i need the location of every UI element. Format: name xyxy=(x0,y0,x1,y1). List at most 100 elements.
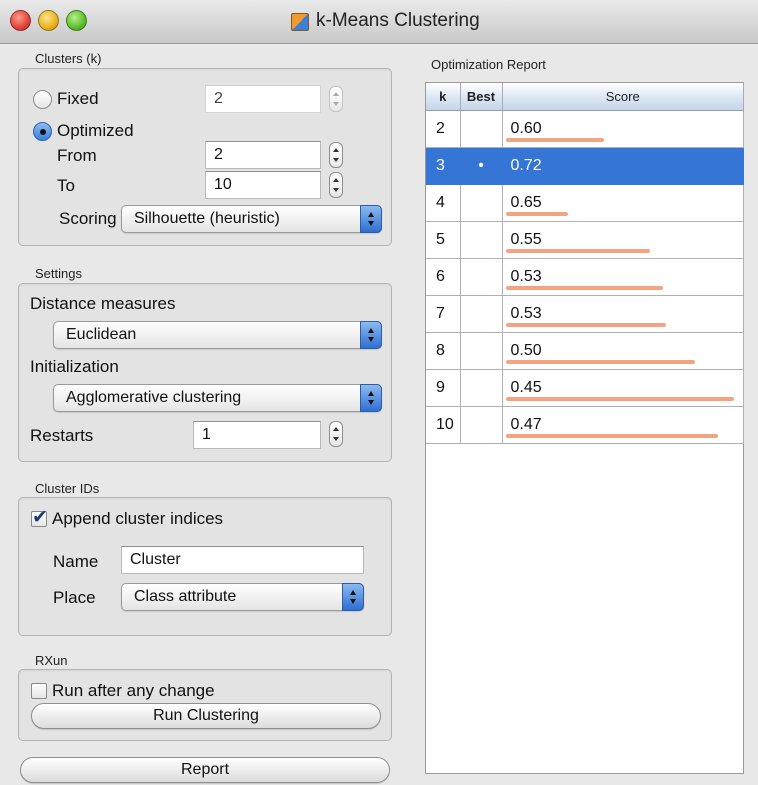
row-k-cell: 4 xyxy=(426,184,461,222)
restarts-stepper[interactable] xyxy=(329,421,343,447)
cluster-ids-group-label: Cluster IDs xyxy=(35,481,100,496)
table-row[interactable]: 4 0.65 xyxy=(426,184,744,222)
row-score-cell: 0.53 xyxy=(502,295,744,333)
score-bar xyxy=(505,285,663,290)
restarts-field[interactable]: 1 xyxy=(193,421,321,449)
fixed-k-stepper[interactable] xyxy=(329,86,343,112)
distance-dropdown[interactable]: Euclidean xyxy=(53,321,382,349)
table-row[interactable]: 2 0.60 xyxy=(426,110,744,148)
row-score-value: 0.65 xyxy=(510,193,542,211)
from-label: From xyxy=(57,146,97,165)
score-bar xyxy=(505,248,650,253)
column-header-best[interactable]: Best xyxy=(460,83,503,111)
distance-value: Euclidean xyxy=(66,326,137,343)
zoom-window-button[interactable] xyxy=(66,10,87,31)
cluster-name-field[interactable]: Cluster xyxy=(121,546,364,574)
run-group-label: RXun xyxy=(35,653,68,668)
row-score-value: 0.72 xyxy=(510,156,542,174)
run-after-change-checkbox[interactable] xyxy=(31,683,47,699)
row-score-cell: 0.45 xyxy=(502,369,744,407)
dropdown-arrows-icon xyxy=(360,205,382,233)
initialization-label: Initialization xyxy=(30,357,119,376)
score-bar xyxy=(505,322,666,327)
optimization-report-panel: k Best Score 2 0.60 3 • 0.72 4 0.65 5 0.55 6 0.53 7… xyxy=(425,82,744,774)
row-score-value: 0.50 xyxy=(510,341,542,359)
row-best-cell xyxy=(460,369,503,407)
row-score-cell: 0.53 xyxy=(502,258,744,296)
row-k-cell: 3 xyxy=(426,147,461,185)
row-k-cell: 6 xyxy=(426,258,461,296)
from-field[interactable]: 2 xyxy=(205,141,321,169)
to-stepper[interactable] xyxy=(329,172,343,198)
score-bar xyxy=(505,211,568,216)
dropdown-arrows-icon xyxy=(342,583,364,611)
row-k-cell: 10 xyxy=(426,406,461,444)
to-label: To xyxy=(57,176,75,195)
table-row[interactable]: 5 0.55 xyxy=(426,221,744,259)
row-best-cell: • xyxy=(460,147,503,185)
report-button[interactable]: Report xyxy=(20,757,390,783)
fixed-radio[interactable] xyxy=(33,90,52,109)
fixed-k-field[interactable]: 2 xyxy=(205,85,321,113)
table-row[interactable]: 9 0.45 xyxy=(426,369,744,407)
row-score-value: 0.53 xyxy=(510,267,542,285)
row-best-cell xyxy=(460,221,503,259)
place-label: Place xyxy=(53,588,96,607)
minimize-window-button[interactable] xyxy=(38,10,59,31)
row-score-value: 0.53 xyxy=(510,304,542,322)
scoring-value: Silhouette (heuristic) xyxy=(134,210,280,227)
title-bar: k-Means Clustering xyxy=(0,0,758,44)
fixed-label: Fixed xyxy=(57,89,99,108)
to-field[interactable]: 10 xyxy=(205,171,321,199)
row-k-cell: 8 xyxy=(426,332,461,370)
table-row[interactable]: 10 0.47 xyxy=(426,406,744,444)
table-header-row: k Best Score xyxy=(426,83,744,111)
column-header-score[interactable]: Score xyxy=(502,83,744,111)
initialization-value: Agglomerative clustering xyxy=(66,389,242,406)
from-stepper[interactable] xyxy=(329,142,343,168)
row-score-cell: 0.65 xyxy=(502,184,744,222)
row-k-cell: 2 xyxy=(426,110,461,148)
dropdown-arrows-icon xyxy=(360,321,382,349)
table-row[interactable]: 6 0.53 xyxy=(426,258,744,296)
table-row[interactable]: 8 0.50 xyxy=(426,332,744,370)
place-value: Class attribute xyxy=(134,588,237,605)
row-best-cell xyxy=(460,184,503,222)
column-header-k[interactable]: k xyxy=(426,83,461,111)
row-best-cell xyxy=(460,332,503,370)
settings-group-label: Settings xyxy=(35,266,82,281)
row-best-cell xyxy=(460,258,503,296)
score-bar xyxy=(505,396,734,401)
row-score-value: 0.47 xyxy=(510,415,542,433)
restarts-label: Restarts xyxy=(30,426,94,445)
optimization-report-table: k Best Score 2 0.60 3 • 0.72 4 0.65 5 0.55 6 0.53 7… xyxy=(426,83,744,444)
row-score-value: 0.60 xyxy=(510,119,542,137)
initialization-dropdown[interactable]: Agglomerative clustering xyxy=(53,384,382,412)
row-score-cell: 0.47 xyxy=(502,406,744,444)
close-window-button[interactable] xyxy=(10,10,31,31)
row-k-cell: 9 xyxy=(426,369,461,407)
row-score-value: 0.55 xyxy=(510,230,542,248)
distance-label: Distance measures xyxy=(30,294,176,313)
clusters-group-label: Clusters (k) xyxy=(35,51,102,66)
table-row[interactable]: 7 0.53 xyxy=(426,295,744,333)
row-score-cell: 0.50 xyxy=(502,332,744,370)
row-score-value: 0.45 xyxy=(510,378,542,396)
score-bar xyxy=(505,433,718,438)
optimized-radio[interactable] xyxy=(33,122,52,141)
row-best-cell xyxy=(460,110,503,148)
score-bar xyxy=(505,137,604,142)
row-score-cell: 0.72 xyxy=(502,147,744,185)
table-row[interactable]: 3 • 0.72 xyxy=(426,147,744,185)
dropdown-arrows-icon xyxy=(360,384,382,412)
score-bar xyxy=(505,359,695,364)
row-best-cell xyxy=(460,406,503,444)
row-best-cell xyxy=(460,295,503,333)
scoring-dropdown[interactable]: Silhouette (heuristic) xyxy=(121,205,382,233)
window-title: k-Means Clustering xyxy=(316,10,480,31)
place-dropdown[interactable]: Class attribute xyxy=(121,583,364,611)
append-cluster-indices-checkbox[interactable] xyxy=(31,506,48,528)
optimized-label: Optimized xyxy=(57,121,134,140)
row-score-cell: 0.55 xyxy=(502,221,744,259)
run-clustering-button[interactable]: Run Clustering xyxy=(31,703,381,729)
